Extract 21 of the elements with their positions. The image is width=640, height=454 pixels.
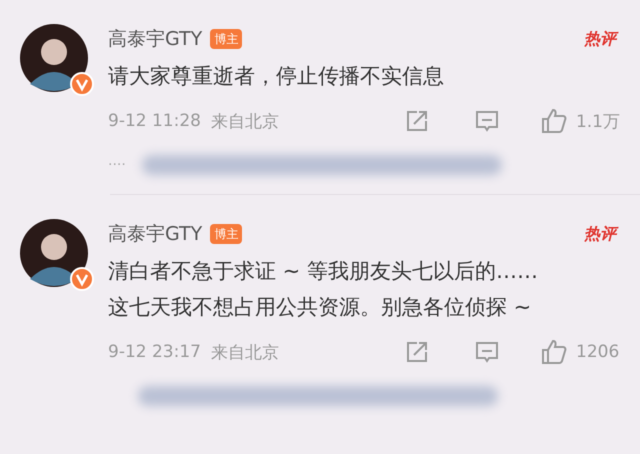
hot-comment-label: 热评 — [584, 224, 616, 244]
avatar[interactable] — [20, 219, 88, 287]
comment-icon[interactable] — [474, 339, 500, 365]
comment-text: 请大家尊重逝者，停止传播不实信息 — [108, 63, 445, 90]
blogger-badge: 博主 — [210, 29, 242, 49]
comment-text: 清白者不急于求证 ~ 等我朋友头七以后的…… 这七天我不想占用公共资源。别急各位侦探 ~ — [108, 258, 539, 321]
comment-location: 来自北京 — [210, 342, 279, 364]
hot-comment-label: 热评 — [584, 28, 616, 50]
avatar[interactable] — [20, 24, 88, 92]
like-count: 1206 — [576, 342, 620, 362]
like-icon[interactable] — [540, 338, 568, 366]
like-icon[interactable] — [540, 107, 568, 135]
comment-time: 9-12 11:28 — [108, 111, 201, 131]
blogger-badge: 博主 — [210, 224, 242, 244]
like-count: 1.1万 — [576, 110, 620, 132]
author-name[interactable]: 高泰宇GTY — [108, 221, 202, 247]
author-name[interactable]: 高泰宇GTY — [108, 26, 202, 52]
comment-location: 来自北京 — [210, 110, 279, 132]
share-icon[interactable] — [404, 339, 430, 365]
comment-time: 9-12 23:17 — [108, 342, 201, 362]
comment-icon[interactable] — [474, 108, 500, 134]
